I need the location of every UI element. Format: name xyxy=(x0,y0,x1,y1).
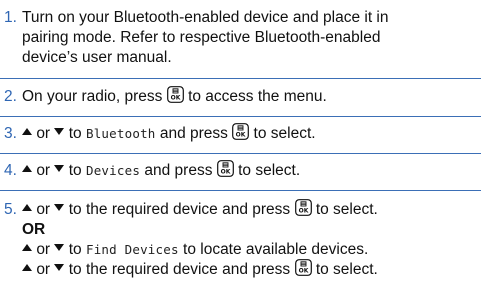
menu-ok-button-icon xyxy=(295,199,312,216)
menu-ok-button-icon xyxy=(217,160,234,177)
step-text-part: and press xyxy=(144,162,213,179)
step-text-part: On your radio, press xyxy=(22,88,163,105)
menu-item-name: Devices xyxy=(85,163,141,178)
step-text-part: to select. xyxy=(315,261,378,278)
divider xyxy=(0,190,481,191)
menu-ok-button-icon xyxy=(295,259,312,276)
step-text: or to the required device and press to s… xyxy=(22,200,475,280)
step-text-part: to locate available devices. xyxy=(183,241,369,258)
step-text-part: or xyxy=(36,125,51,142)
step-text-part: or xyxy=(36,201,51,218)
triangle-up-icon xyxy=(22,204,32,212)
step-text-part: to select. xyxy=(238,162,301,179)
triangle-down-icon xyxy=(54,244,65,252)
step-number: 4. xyxy=(4,162,17,179)
step-text-part: to select. xyxy=(315,201,378,218)
step-text: On your radio, press to access the menu. xyxy=(22,87,475,107)
divider xyxy=(0,153,481,154)
menu-ok-button-icon xyxy=(167,86,184,103)
triangle-down-icon xyxy=(54,264,65,272)
triangle-down-icon xyxy=(54,128,65,136)
step-number: 5. xyxy=(4,201,17,218)
step-line: pairing mode. Refer to respective Blueto… xyxy=(22,29,381,46)
triangle-up-icon xyxy=(22,244,32,252)
step-text-part: or xyxy=(36,241,51,258)
triangle-up-icon xyxy=(22,165,32,173)
menu-item-name: Bluetooth xyxy=(85,126,156,141)
divider xyxy=(0,78,481,79)
step-text-part: or xyxy=(36,261,51,278)
step-text: or to Devices and press to select. xyxy=(22,161,475,181)
step-text-part: to the required device and press xyxy=(68,201,291,218)
menu-item-name: Find Devices xyxy=(85,242,179,257)
step-text: Turn on your Bluetooth-enabled device an… xyxy=(22,8,475,68)
step-text-part: or xyxy=(36,162,51,179)
triangle-down-icon xyxy=(54,165,65,173)
step-4: 4. or to Devices and press to select. xyxy=(0,161,481,183)
step-1: 1. Turn on your Bluetooth-enabled device… xyxy=(0,8,481,70)
step-5: 5. or to the required device and press t… xyxy=(0,200,481,286)
step-text-part: to xyxy=(68,241,82,258)
step-text-part: to xyxy=(68,125,82,142)
step-text-part: to xyxy=(68,162,82,179)
triangle-up-icon xyxy=(22,128,32,136)
step-line: device’s user manual. xyxy=(22,49,172,66)
divider xyxy=(0,116,481,117)
step-text-part: to access the menu. xyxy=(188,88,327,105)
step-number: 1. xyxy=(4,9,17,26)
step-text-part: to select. xyxy=(253,125,316,142)
step-2: 2. On your radio, press to access the me… xyxy=(0,87,481,109)
step-3: 3. or to Bluetooth and press to select. xyxy=(0,124,481,146)
step-text-part: and press xyxy=(159,125,228,142)
triangle-down-icon xyxy=(54,204,65,212)
step-number: 2. xyxy=(4,88,17,105)
step-number: 3. xyxy=(4,125,17,142)
step-text-part: to the required device and press xyxy=(68,261,291,278)
triangle-up-icon xyxy=(22,264,32,272)
or-label: OR xyxy=(22,221,46,238)
menu-ok-button-icon xyxy=(232,123,249,140)
step-line: Turn on your Bluetooth-enabled device an… xyxy=(22,9,389,26)
step-text: or to Bluetooth and press to select. xyxy=(22,124,475,144)
